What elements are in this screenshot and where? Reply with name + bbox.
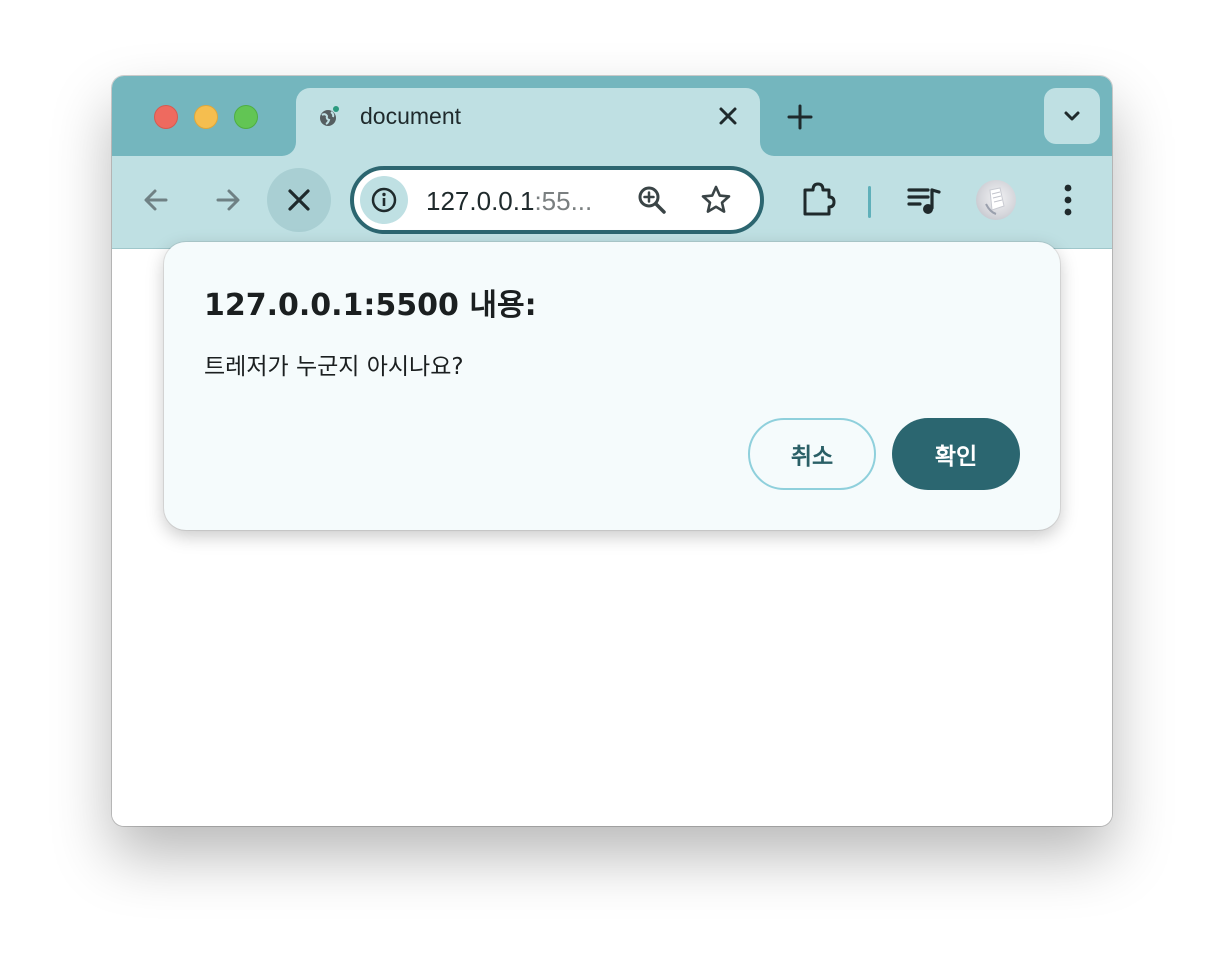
address-bar[interactable]: 127.0.0.1:55...	[350, 166, 764, 234]
back-button[interactable]	[124, 168, 188, 232]
more-vertical-icon[interactable]	[1052, 180, 1084, 220]
dialog-title: 127.0.0.1:5500 내용:	[204, 288, 537, 323]
url-host: 127.0.0.1	[426, 186, 535, 216]
window-maximize-button[interactable]	[234, 105, 258, 129]
close-icon	[288, 189, 310, 211]
url-port: :55...	[534, 186, 593, 216]
tab-search-button[interactable]	[1044, 88, 1100, 144]
toolbar: 127.0.0.1:55...	[112, 156, 1112, 249]
site-info-button[interactable]	[360, 176, 408, 224]
arrow-right-icon	[216, 189, 240, 211]
tab-strip: document	[112, 76, 1112, 156]
stop-loading-button[interactable]	[267, 168, 331, 232]
playlist-music-icon[interactable]	[906, 182, 944, 220]
dialog-message: 트레저가 누군지 아시나요?	[204, 354, 464, 380]
alert-dialog: 127.0.0.1:5500 내용: 트레저가 누군지 아시나요? 취소 확인	[164, 242, 1060, 530]
ok-button[interactable]: 확인	[892, 418, 1020, 490]
plus-icon[interactable]	[786, 103, 814, 131]
avatar[interactable]	[976, 180, 1016, 220]
url-text[interactable]: 127.0.0.1:55...	[426, 186, 592, 216]
globe-icon	[318, 106, 340, 128]
info-icon	[371, 187, 397, 213]
zoom-in-icon[interactable]	[636, 184, 668, 216]
chevron-down-icon	[1064, 111, 1080, 121]
toolbar-divider	[868, 186, 871, 218]
close-icon[interactable]	[716, 104, 740, 128]
window-close-button[interactable]	[154, 105, 178, 129]
puzzle-icon[interactable]	[798, 180, 838, 220]
cancel-button[interactable]: 취소	[748, 418, 876, 490]
forward-button[interactable]	[196, 168, 260, 232]
star-icon[interactable]	[700, 184, 732, 216]
arrow-left-icon	[144, 189, 168, 211]
tab-title: document	[360, 103, 462, 129]
tab-document[interactable]: document	[296, 88, 760, 156]
window-minimize-button[interactable]	[194, 105, 218, 129]
